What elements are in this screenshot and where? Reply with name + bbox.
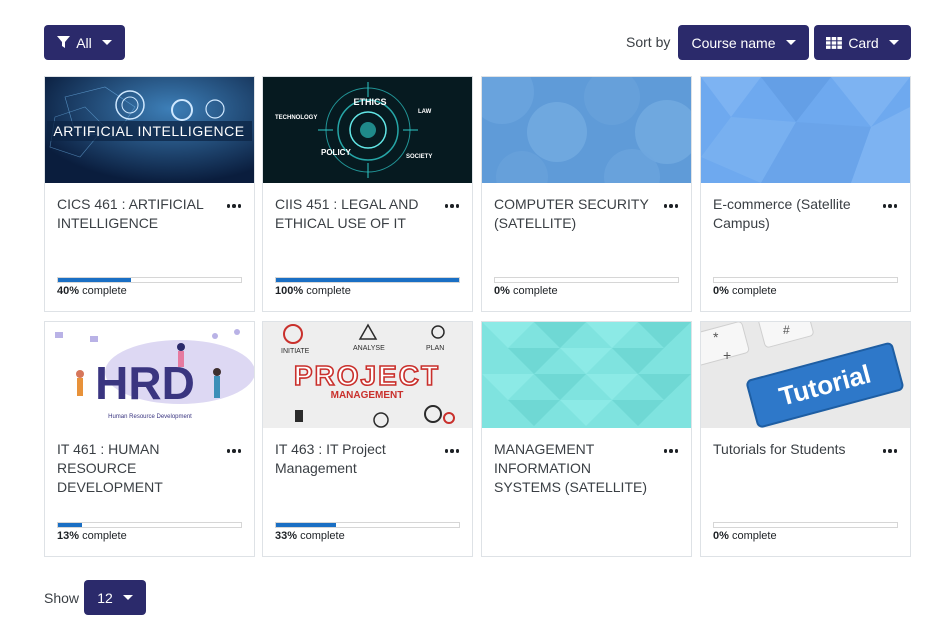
image-word: TECHNOLOGY (275, 115, 317, 121)
progress-suffix: complete (300, 530, 345, 542)
more-options-icon[interactable] (661, 446, 681, 456)
course-title[interactable]: CICS 461 : ARTIFICIAL INTELLIGENCE (57, 195, 215, 233)
progress-percent: 0% (713, 530, 729, 542)
page-size-value: 12 (97, 589, 113, 606)
chevron-down-icon (785, 40, 796, 45)
image-word: INITIATE (281, 348, 310, 355)
course-card[interactable]: E-commerce (Satellite Campus) 0% complet… (700, 76, 911, 312)
progress-suffix: complete (82, 530, 127, 542)
progress-percent: 33% (275, 530, 298, 542)
progress-suffix: complete (512, 285, 558, 297)
course-title[interactable]: IT 463 : IT Project Management (275, 440, 433, 478)
course-image-text: PROJECT (294, 360, 440, 391)
more-options-icon[interactable] (442, 446, 462, 456)
page-size-dropdown-button[interactable]: 12 (84, 580, 146, 615)
more-options-icon[interactable] (880, 446, 900, 456)
image-word: SOCIETY (406, 154, 432, 160)
filter-icon (57, 36, 71, 48)
course-card[interactable]: * + # Tutorial Tutorials for Students 0%… (700, 321, 911, 557)
more-options-icon[interactable] (224, 201, 244, 211)
view-mode-dropdown-button[interactable]: Card (814, 25, 911, 60)
progress-bar (275, 522, 460, 528)
course-card[interactable]: ARTIFICIAL INTELLIGENCE CICS 461 : ARTIF… (44, 76, 255, 312)
course-image[interactable]: HRD Human Resource Development (45, 322, 254, 428)
course-image[interactable] (482, 77, 691, 183)
filter-label: All (76, 34, 92, 51)
chevron-down-icon (888, 40, 899, 45)
course-title[interactable]: COMPUTER SECURITY (SATELLITE) (494, 195, 652, 233)
course-title[interactable]: IT 461 : HUMAN RESOURCE DEVELOPMENT (57, 440, 215, 497)
progress-text: 33% complete (275, 530, 345, 542)
more-options-icon[interactable] (880, 201, 900, 211)
chevron-down-icon (122, 595, 133, 600)
sort-by-label: Sort by (626, 34, 671, 50)
course-image[interactable]: INITIATE ANALYSE PLAN PROJECT MANAGEMENT (263, 322, 472, 428)
grid-icon (826, 36, 843, 49)
svg-text:*: * (713, 329, 719, 345)
more-options-icon[interactable] (442, 201, 462, 211)
progress-percent: 0% (713, 285, 729, 297)
progress-bar (494, 277, 679, 283)
course-image-text: ARTIFICIAL INTELLIGENCE (53, 123, 244, 139)
view-mode-label: Card (848, 34, 879, 51)
progress-text: 0% complete (713, 285, 777, 297)
course-image[interactable]: ARTIFICIAL INTELLIGENCE (45, 77, 254, 183)
progress-text: 13% complete (57, 530, 127, 542)
progress-text: 0% complete (494, 285, 558, 297)
course-title[interactable]: Tutorials for Students (713, 440, 871, 459)
progress-suffix: complete (306, 285, 351, 297)
filter-dropdown-button[interactable]: All (44, 25, 125, 60)
sort-value: Course name (691, 34, 776, 51)
svg-text:#: # (783, 323, 790, 337)
course-image[interactable]: * + # Tutorial (701, 322, 910, 428)
more-options-icon[interactable] (224, 446, 244, 456)
progress-percent: 100% (275, 285, 304, 297)
progress-bar (713, 277, 898, 283)
progress-percent: 0% (494, 285, 510, 297)
course-image[interactable] (701, 77, 910, 183)
course-title[interactable]: CIIS 451 : LEGAL AND ETHICAL USE OF IT (275, 195, 433, 233)
progress-text: 40% complete (57, 285, 127, 297)
progress-suffix: complete (82, 285, 127, 297)
show-label: Show (44, 590, 80, 606)
progress-text: 100% complete (275, 285, 351, 297)
course-card[interactable]: INITIATE ANALYSE PLAN PROJECT MANAGEMENT… (262, 321, 473, 557)
image-word: LAW (418, 109, 432, 115)
progress-suffix: complete (731, 530, 777, 542)
progress-percent: 13% (57, 530, 80, 542)
progress-bar (57, 277, 242, 283)
progress-text: 0% complete (713, 530, 777, 542)
course-title[interactable]: MANAGEMENT INFORMATION SYSTEMS (SATELLIT… (494, 440, 652, 497)
course-title[interactable]: E-commerce (Satellite Campus) (713, 195, 871, 233)
course-card[interactable]: MANAGEMENT INFORMATION SYSTEMS (SATELLIT… (481, 321, 692, 557)
progress-suffix: complete (731, 285, 777, 297)
course-card[interactable]: ETHICS TECHNOLOGY LAW POLICY SOCIETY CII… (262, 76, 473, 312)
image-word: ETHICS (353, 97, 386, 107)
chevron-down-icon (101, 40, 112, 45)
image-word: ANALYSE (353, 345, 385, 352)
image-word: POLICY (321, 148, 351, 157)
course-card[interactable]: HRD Human Resource Development IT 461 : … (44, 321, 255, 557)
progress-bar (57, 522, 242, 528)
course-card[interactable]: COMPUTER SECURITY (SATELLITE) 0% complet… (481, 76, 692, 312)
course-image[interactable] (482, 322, 691, 428)
sort-dropdown-button[interactable]: Course name (678, 25, 809, 60)
course-image[interactable]: ETHICS TECHNOLOGY LAW POLICY SOCIETY (263, 77, 472, 183)
progress-bar (275, 277, 460, 283)
svg-text:+: + (723, 347, 731, 363)
image-word: PLAN (426, 345, 444, 352)
more-options-icon[interactable] (661, 201, 681, 211)
course-image-subtext: MANAGEMENT (331, 390, 404, 401)
progress-percent: 40% (57, 285, 80, 297)
course-image-subtext: Human Resource Development (108, 414, 192, 420)
progress-bar (713, 522, 898, 528)
